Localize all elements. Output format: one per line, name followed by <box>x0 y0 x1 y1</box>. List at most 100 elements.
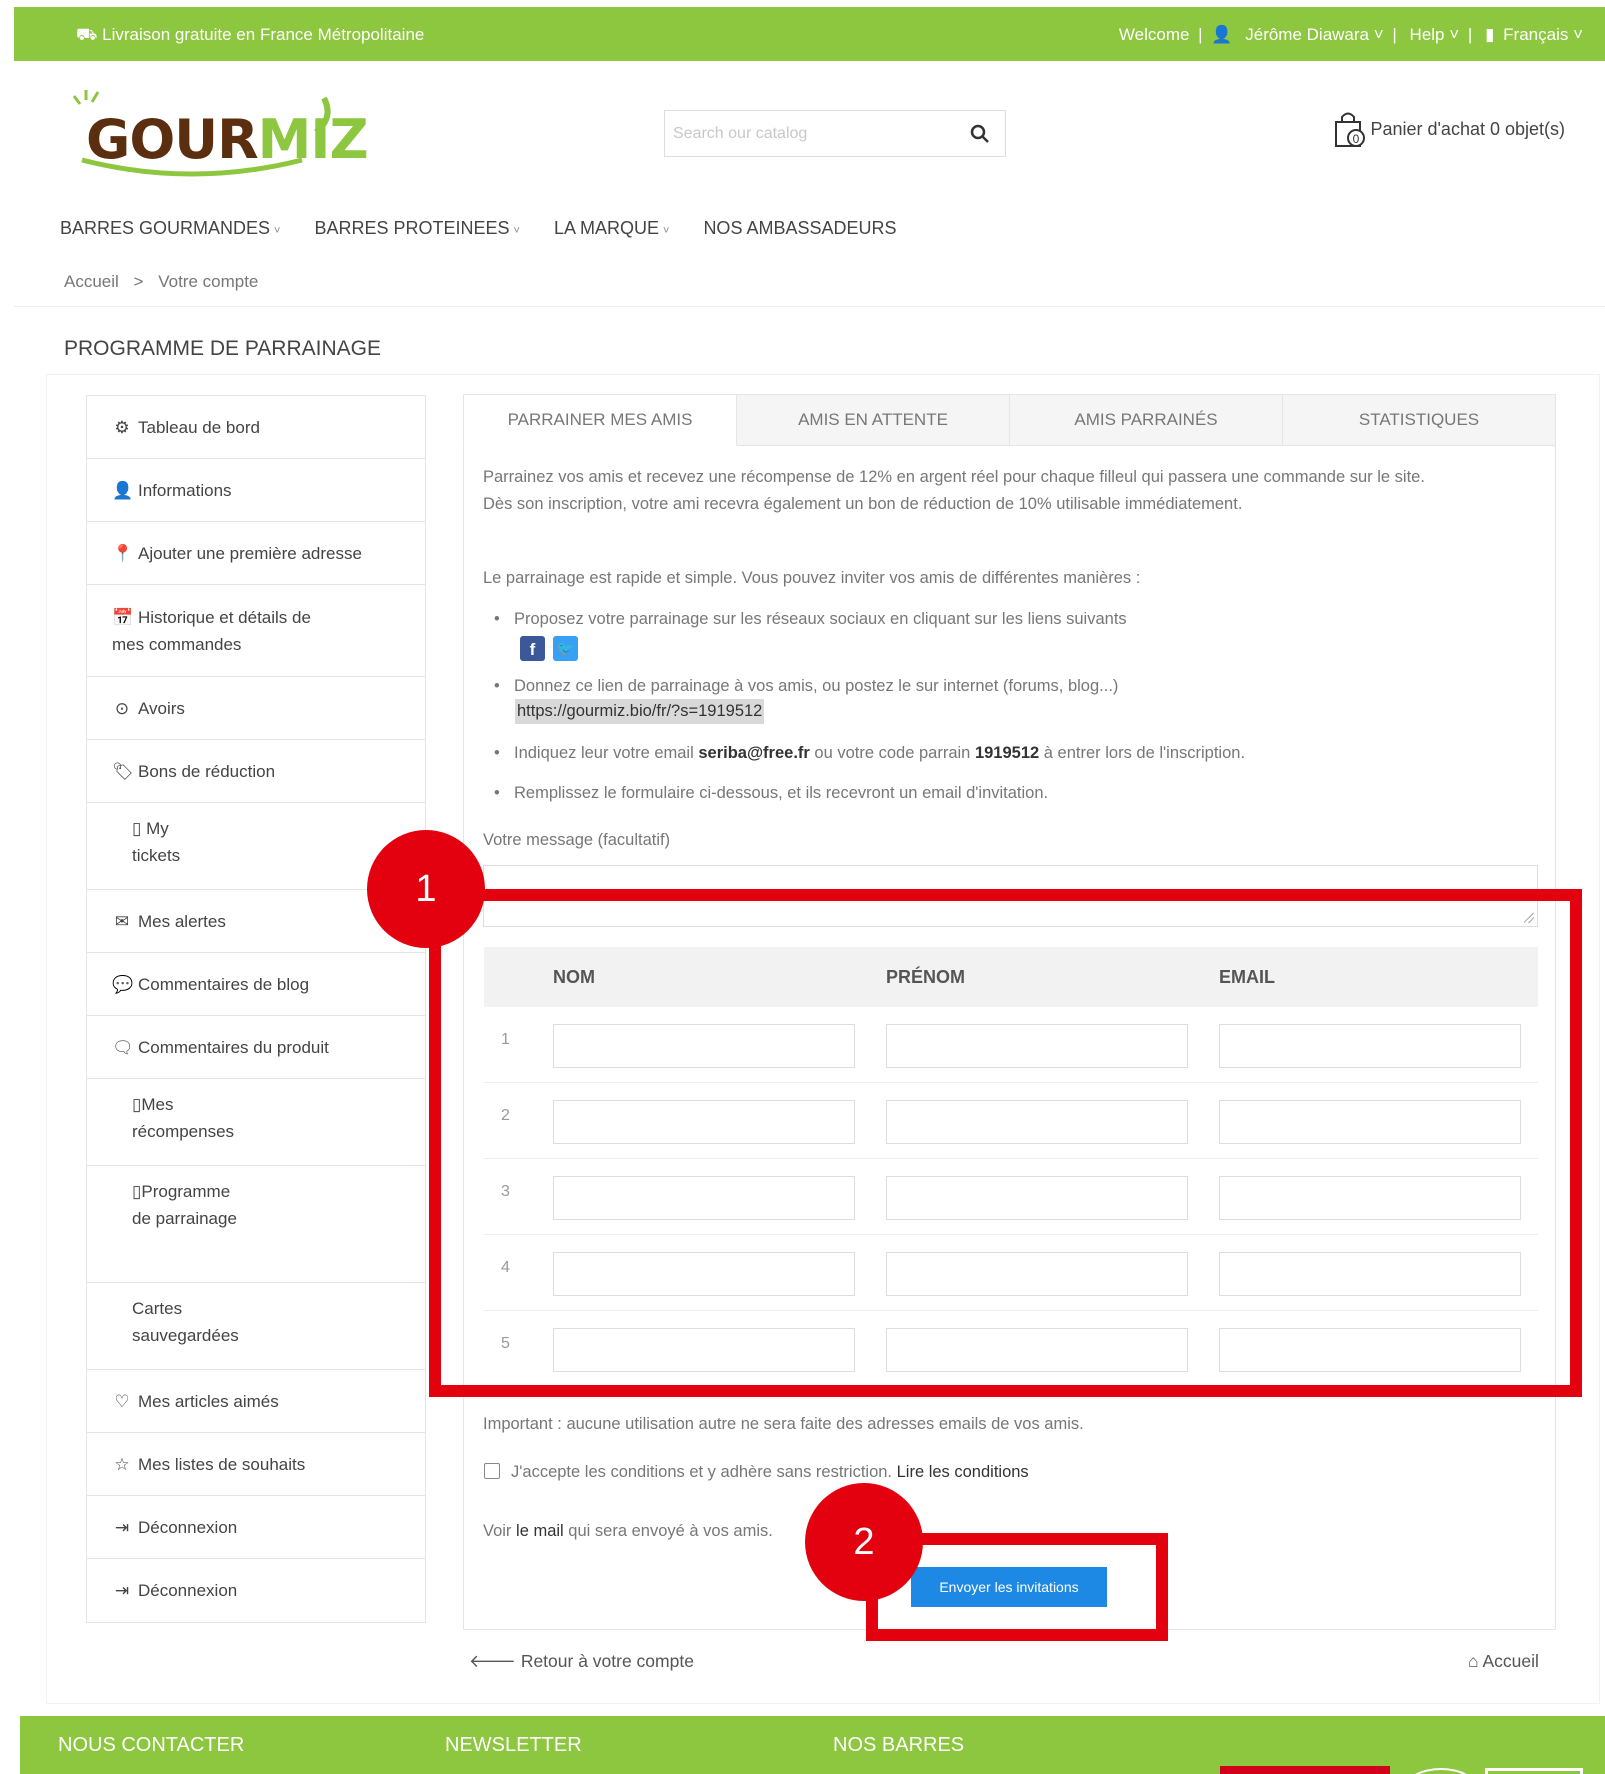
logo[interactable]: GOURMIZ <box>72 88 369 178</box>
cart-link[interactable]: 0 Panier d'achat 0 objet(s) <box>1332 110 1565 148</box>
bullet-social: Proposez votre parrainage sur les réseau… <box>494 610 1127 629</box>
footer-contact-heading: NOUS CONTACTER <box>58 1734 245 1756</box>
sidebar-item-label: Ajouter une première adresse <box>138 543 362 563</box>
referrer-code: 1919512 <box>974 744 1040 762</box>
sidebar-item-label: Mes articles aimés <box>138 1391 279 1411</box>
accept-text: J'accepte les conditions et y adhère san… <box>511 1463 893 1481</box>
sidebar-item-blog-comments[interactable]: 💬 Commentaires de blog <box>87 953 425 1016</box>
tab-statistics[interactable]: STATISTIQUES <box>1283 394 1556 446</box>
sidebar-item-label: Historique et détails de mes commandes <box>112 607 311 654</box>
accept-conditions-label: J'accepte les conditions et y adhère san… <box>511 1459 1029 1486</box>
referral-tabs: PARRAINER MES AMIS AMIS EN ATTENTE AMIS … <box>463 394 1556 446</box>
privacy-notice: Important : aucune utilisation autre ne … <box>483 1415 1084 1433</box>
sidebar-item-credit-slips[interactable]: ⊙ Avoirs <box>87 677 425 740</box>
sidebar-item-dashboard[interactable]: ⚙ Tableau de bord <box>87 396 425 459</box>
sidebar-item-logout[interactable]: ⇥ Déconnexion <box>87 1496 425 1559</box>
referrer-email: seriba@free.fr <box>698 744 810 762</box>
shipping-notice: ⛟ Livraison gratuite en France Métropoli… <box>76 25 424 47</box>
user-menu[interactable]: Jérôme Diawara ˅ <box>1241 25 1383 44</box>
sidebar-item-vouchers[interactable]: 🏷 Bons de réduction <box>87 740 425 803</box>
main-nav: BARRES GOURMANDES ˅ BARRES PROTEINEES ˅ LA… <box>60 218 897 239</box>
breadcrumb-separator: > <box>133 272 144 291</box>
bullet-text: ou votre code parrain <box>809 744 975 762</box>
circle-dot-icon: ⊙ <box>114 698 130 718</box>
logo-text-gour: GOUR <box>86 108 259 171</box>
annotation-marker-1: 1 <box>367 830 485 948</box>
footer-newsletter-heading: NEWSLETTER <box>445 1734 582 1756</box>
preview-text: qui sera envoyé à vos amis. <box>563 1522 773 1540</box>
home-icon: ⌂ <box>1468 1651 1479 1671</box>
region-logo <box>1220 1766 1390 1774</box>
breadcrumb-home[interactable]: Accueil <box>64 272 119 291</box>
help-label: Help <box>1409 25 1445 44</box>
reward-icon: ▯ <box>132 1095 142 1114</box>
preview-text: Voir <box>483 1522 517 1540</box>
sidebar-item-informations[interactable]: 👤 Informations <box>87 459 425 522</box>
facebook-icon[interactable]: f <box>520 636 545 661</box>
search-input[interactable] <box>673 122 953 146</box>
referral-link[interactable]: https://gourmiz.bio/fr/?s=1919512 <box>515 699 765 724</box>
sidebar-item-label: Programme de parrainage <box>132 1182 237 1228</box>
tab-referred-friends[interactable]: AMIS PARRAINÉS <box>1010 394 1283 446</box>
comments-icon: 🗨 <box>112 1037 134 1057</box>
account-sidebar: ⚙ Tableau de bord 👤 Informations 📍 Ajouter … <box>86 395 426 1623</box>
divider <box>14 306 1605 307</box>
arrow-left-icon: 🡐 <box>469 1651 516 1671</box>
ways-text: Le parrainage est rapide et simple. Vous… <box>483 569 1141 587</box>
home-link[interactable]: ⌂ Accueil <box>1468 1651 1539 1672</box>
footer: NOUS CONTACTER NEWSLETTER NOS BARRES <box>20 1716 1605 1774</box>
sidebar-item-liked-articles[interactable]: ♡ Mes articles aimés <box>87 1370 425 1433</box>
sidebar-item-product-comments[interactable]: 🗨 Commentaires du produit <box>87 1016 425 1079</box>
sidebar-item-wishlists[interactable]: ☆ Mes listes de souhaits <box>87 1433 425 1496</box>
annotation-marker-2: 2 <box>805 1483 923 1601</box>
nav-item-la-marque[interactable]: LA MARQUE ˅ <box>554 218 669 239</box>
sidebar-item-referral-program[interactable]: ▯Programme de parrainage <box>87 1166 425 1283</box>
sidebar-item-rewards[interactable]: ▯Mes récompenses <box>87 1079 425 1166</box>
search-icon[interactable] <box>969 123 991 145</box>
back-to-account-link[interactable]: 🡐 Retour à votre compte <box>469 1651 694 1672</box>
breadcrumb-current: Votre compte <box>158 272 259 291</box>
user-links: Welcome | 👤 Jérôme Diawara ˅ | Help ˅ | … <box>1118 25 1583 44</box>
sidebar-item-label: Bons de réduction <box>138 761 276 781</box>
tab-pending-friends[interactable]: AMIS EN ATTENTE <box>737 394 1010 446</box>
sidebar-item-saved-cards[interactable]: Cartes sauvegardées <box>87 1283 425 1370</box>
sidebar-item-add-address[interactable]: 📍 Ajouter une première adresse <box>87 522 425 585</box>
help-menu[interactable]: Help ˅ <box>1406 25 1460 44</box>
language-selector[interactable]: ▮ Français ˅ <box>1481 25 1583 44</box>
nav-item-barres-proteinees[interactable]: BARRES PROTEINEES ˅ <box>314 218 519 239</box>
footer-bars-heading: NOS BARRES <box>833 1734 965 1756</box>
sidebar-item-label: Tableau de bord <box>138 417 260 437</box>
tab-refer-friends[interactable]: PARRAINER MES AMIS <box>463 394 737 446</box>
message-label: Votre message (facultatif) <box>483 831 671 849</box>
twitter-icon[interactable]: 🐦 <box>553 636 578 661</box>
top-bar: ⛟ Livraison gratuite en France Métropoli… <box>14 7 1605 61</box>
back-label: Retour à votre compte <box>520 1651 694 1671</box>
shipping-text: Livraison gratuite en France Métropolita… <box>102 25 425 44</box>
calendar-icon: 📅 <box>112 607 134 627</box>
user-name: Jérôme Diawara <box>1245 25 1369 44</box>
flag-icon: ▮ <box>1485 25 1495 44</box>
user-icon: 👤 <box>1211 25 1233 44</box>
sidebar-item-label: Mes alertes <box>138 911 226 931</box>
nav-item-nos-ambassadeurs[interactable]: NOS AMBASSADEURS <box>703 218 896 239</box>
logo-text: GOURMIZ <box>86 108 369 171</box>
ticket-icon: ▯ <box>132 819 147 838</box>
tag-icon: 🏷 <box>112 761 134 781</box>
sidebar-item-logout-2[interactable]: ⇥ Déconnexion <box>87 1559 425 1622</box>
envelope-icon: ✉ <box>114 911 130 931</box>
bullet-text: à entrer lors de l'inscription. <box>1039 744 1246 762</box>
accept-conditions-checkbox[interactable] <box>484 1463 500 1479</box>
truck-icon: ⛟ <box>76 25 98 44</box>
referral-icon: ▯ <box>132 1182 142 1201</box>
sidebar-item-order-history[interactable]: 📅 Historique et détails de mes commandes <box>87 585 425 677</box>
sidebar-item-label: Mes récompenses <box>132 1095 235 1141</box>
sidebar-item-label: Déconnexion <box>138 1517 238 1537</box>
sidebar-item-label: Commentaires du produit <box>138 1037 329 1057</box>
chevron-down-icon: ˅ <box>513 225 520 237</box>
preview-mail-link[interactable]: le mail <box>516 1522 564 1540</box>
read-conditions-link[interactable]: Lire les conditions <box>897 1463 1029 1481</box>
sidebar-item-label: Commentaires de blog <box>138 974 310 994</box>
gluten-free-logo <box>1405 1768 1477 1774</box>
organic-eu-logo <box>1485 1768 1583 1774</box>
nav-item-barres-gourmandes[interactable]: BARRES GOURMANDES ˅ <box>60 218 280 239</box>
